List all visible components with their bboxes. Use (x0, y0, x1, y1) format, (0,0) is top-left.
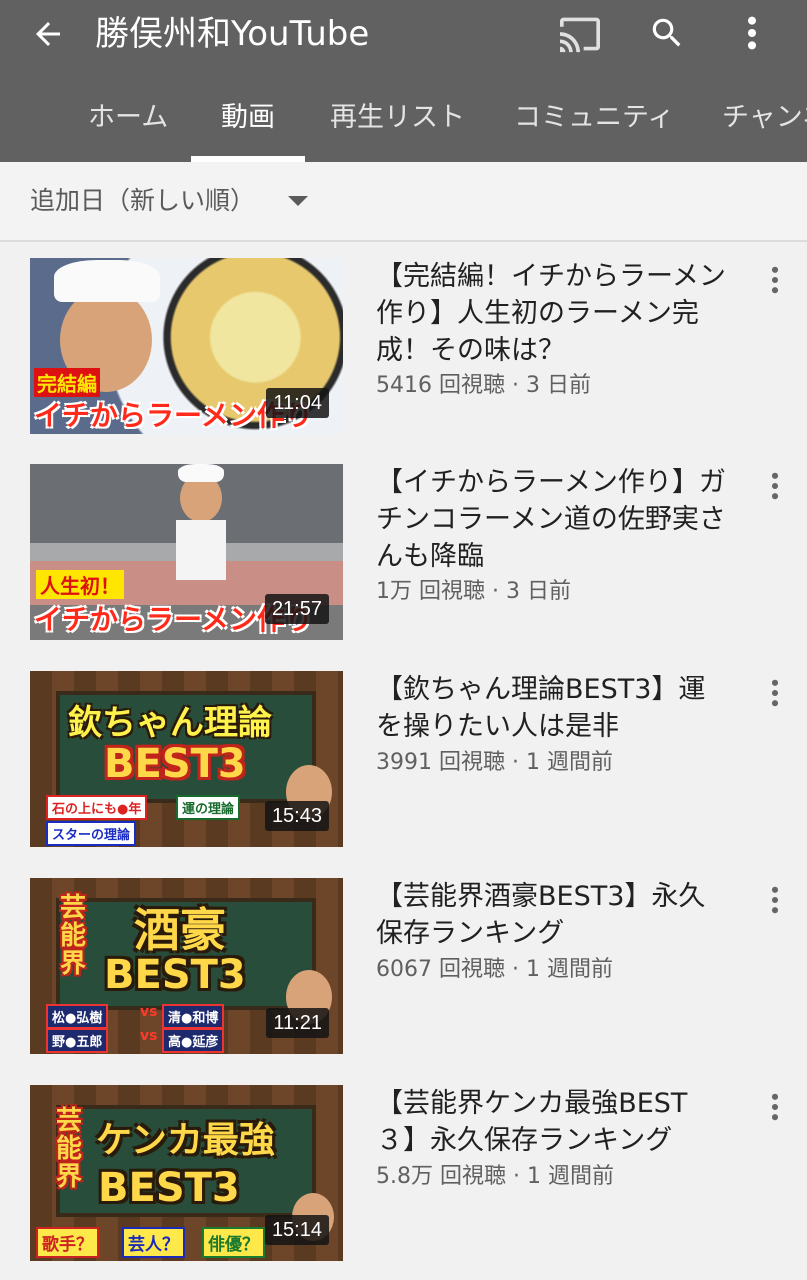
video-thumbnail[interactable]: 人生初！ イチからラーメン作り 21:57 (30, 464, 343, 640)
video-title[interactable]: 【完結編！イチからラーメン作り】人生初のラーメン完成！その味は？ (376, 258, 726, 369)
more-vert-icon[interactable] (760, 262, 790, 298)
duration-badge: 15:14 (264, 1215, 329, 1245)
thumb-chip: 清●和博 (162, 1004, 225, 1029)
chef-hat (178, 464, 224, 482)
thumb-caption: BEST3 (104, 741, 246, 787)
thumb-chip: 芸人？ (122, 1227, 185, 1258)
video-list-item[interactable]: 欽ちゃん理論 BEST3 石の上にも●年 運の理論 スターの理論 15:43 【… (0, 671, 807, 871)
more-vert-icon[interactable] (760, 468, 790, 504)
tab-home[interactable]: ホーム (86, 88, 170, 162)
thumb-caption: 芸能界 (56, 1106, 83, 1192)
duration-badge: 15:43 (264, 801, 329, 831)
thumb-chip: 松●弘樹 (46, 1004, 109, 1029)
thumb-caption: 酒豪 (134, 903, 226, 957)
duration-badge: 11:04 (266, 388, 329, 418)
video-thumbnail[interactable]: 芸能界 酒豪 BEST3 松●弘樹 vs 清●和博 野●五郎 vs 高●延彦 1… (30, 878, 343, 1054)
duration-badge: 11:21 (266, 1008, 329, 1038)
thumb-caption: 欽ちゃん理論 (68, 703, 272, 743)
thumb-chip: 高●延彦 (162, 1028, 225, 1053)
chef-hat (54, 260, 160, 302)
thumb-caption: ケンカ最強 (96, 1120, 275, 1161)
dropdown-caret-icon[interactable] (288, 196, 308, 206)
thumb-caption: BEST3 (98, 1165, 240, 1211)
thumb-chip: 石の上にも●年 (46, 795, 148, 820)
video-title[interactable]: 【芸能界酒豪BEST3】永久保存ランキング (376, 878, 726, 952)
duration-badge: 21:57 (264, 594, 329, 624)
chef-coat (176, 520, 226, 580)
app-bar: 勝俣州和YouTube ホーム 動画 再生リスト コミュニティ チャンネル (0, 0, 807, 162)
video-meta: 5.8万 回視聴 · 1 週間前 (376, 1164, 614, 1189)
thumb-chip: 俳優？ (202, 1227, 265, 1258)
tab-videos[interactable]: 動画 (219, 88, 277, 162)
video-list-item[interactable]: 芸能界 酒豪 BEST3 松●弘樹 vs 清●和博 野●五郎 vs 高●延彦 1… (0, 878, 807, 1078)
video-list-item[interactable]: 芸能界 ケンカ最強 BEST3 歌手？ 芸人？ 俳優？ 15:14 【芸能界ケン… (0, 1085, 807, 1280)
tab-channel[interactable]: チャンネル (720, 88, 807, 162)
sort-label[interactable]: 追加日（新しい順） (30, 182, 255, 220)
video-list-item[interactable]: 人生初！ イチからラーメン作り 21:57 【イチからラーメン作り】ガチンコラー… (0, 464, 807, 664)
video-title[interactable]: 【欽ちゃん理論BEST3】運を操りたい人は是非 (376, 671, 726, 745)
more-vert-icon[interactable] (760, 1089, 790, 1125)
thumb-caption: BEST3 (104, 952, 246, 998)
thumb-chip: 歌手？ (36, 1227, 99, 1258)
video-meta: 3991 回視聴 · 1 週間前 (376, 750, 613, 775)
thumb-caption: 完結編 (34, 368, 100, 397)
video-thumbnail[interactable]: 完結編 イチからラーメン作り 11:04 (30, 258, 343, 434)
thumb-caption: 人生初！ (36, 570, 124, 599)
thumb-chip: 運の理論 (176, 795, 241, 820)
tab-playlists[interactable]: 再生リスト (328, 88, 467, 162)
more-vert-icon[interactable] (760, 882, 790, 918)
video-thumbnail[interactable]: 芸能界 ケンカ最強 BEST3 歌手？ 芸人？ 俳優？ 15:14 (30, 1085, 343, 1261)
thumb-chip: スターの理論 (46, 821, 137, 846)
thumb-chip: 野●五郎 (46, 1028, 109, 1053)
tab-community[interactable]: コミュニティ (512, 88, 676, 162)
video-title[interactable]: 【芸能界ケンカ最強BEST３】永久保存ランキング (376, 1085, 726, 1159)
thumb-vs: vs (140, 1004, 158, 1020)
thumb-caption: 芸能界 (60, 893, 87, 979)
more-vert-icon[interactable] (734, 10, 770, 56)
back-arrow-icon[interactable] (28, 14, 68, 54)
more-vert-icon[interactable] (760, 675, 790, 711)
search-icon[interactable] (644, 10, 690, 56)
video-list-item[interactable]: 完結編 イチからラーメン作り 11:04 【完結編！イチからラーメン作り】人生初… (0, 258, 807, 458)
thumb-vs: vs (140, 1028, 158, 1044)
video-thumbnail[interactable]: 欽ちゃん理論 BEST3 石の上にも●年 運の理論 スターの理論 15:43 (30, 671, 343, 847)
channel-title: 勝俣州和YouTube (95, 14, 370, 54)
channel-tabs: ホーム 動画 再生リスト コミュニティ チャンネル (0, 88, 807, 162)
sort-bar[interactable]: 追加日（新しい順） (0, 162, 807, 242)
video-meta: 1万 回視聴 · 3 日前 (376, 579, 571, 604)
video-meta: 6067 回視聴 · 1 週間前 (376, 957, 613, 982)
video-title[interactable]: 【イチからラーメン作り】ガチンコラーメン道の佐野実さんも降臨 (376, 464, 726, 575)
video-meta: 5416 回視聴 · 3 日前 (376, 373, 591, 398)
cast-icon[interactable] (556, 12, 604, 56)
